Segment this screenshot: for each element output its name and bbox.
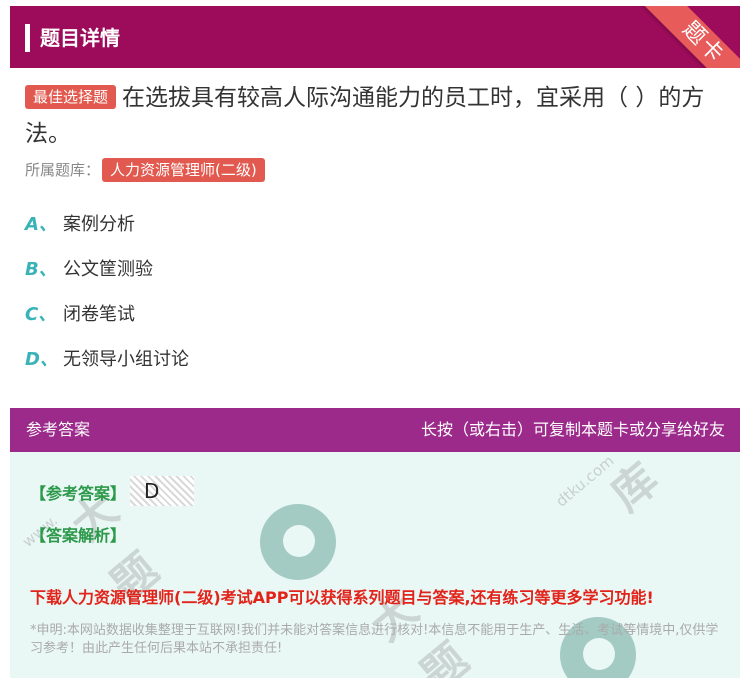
question-stem: 最佳选择题 在选拔具有较高人际沟通能力的员工时，宜采用（ ）的方法。 (25, 80, 725, 152)
option-text: 案例分析 (63, 214, 135, 235)
option-c[interactable]: C、 闭卷笔试 (25, 300, 189, 345)
share-hint: 长按（或右击）可复制本题卡或分享给好友 (420, 420, 725, 439)
option-text: 无领导小组讨论 (63, 349, 189, 370)
option-letter: D、 (25, 349, 58, 370)
option-text: 公文筐测验 (63, 259, 153, 280)
analysis-label: 【答案解析】 (30, 526, 127, 545)
option-d[interactable]: D、 无领导小组讨论 (25, 345, 189, 390)
option-letter: C、 (25, 304, 57, 325)
option-b[interactable]: B、 公文筐测验 (25, 255, 189, 300)
disclaimer-text: *申明:本网站数据收集整理于互联网!我们并未能对答案信息进行核对!本信息不能用于… (30, 623, 719, 656)
header-accent-bar (25, 24, 30, 52)
option-letter: B、 (25, 259, 57, 280)
option-a[interactable]: A、 案例分析 (25, 210, 189, 255)
page-title: 题目详情 (40, 26, 120, 50)
app-promo-link[interactable]: 下载人力资源管理师(二级)考试APP可以获得系列题目与答案,还有练习等更多学习功… (30, 584, 654, 608)
answer-label: 【参考答案】 (30, 484, 127, 503)
question-bank: 所属题库： 人力资源管理师(二级) (25, 158, 271, 182)
option-letter: A、 (25, 214, 57, 235)
answer-section-title: 参考答案 (26, 420, 91, 439)
answer-header: 参考答案 长按（或右击）可复制本题卡或分享给好友 (10, 408, 740, 452)
options-list: A、 案例分析 B、 公文筐测验 C、 闭卷笔试 D、 无领导小组讨论 (25, 210, 189, 390)
answer-value: D (130, 476, 194, 506)
option-text: 闭卷笔试 (63, 304, 135, 325)
watermark-swirl-icon (260, 504, 336, 580)
bank-tag[interactable]: 人力资源管理师(二级) (102, 158, 265, 182)
bank-label: 所属题库： (25, 161, 101, 179)
corner-ribbon: 题卡 (628, 6, 740, 68)
ribbon-label: 题卡 (639, 6, 740, 68)
answer-body: 大 题 库 大 题 www. dtku.com 【参考答案】 D 【答案解析】 … (10, 452, 740, 678)
question-text: 在选拔具有较高人际沟通能力的员工时，宜采用（ ）的方法。 (25, 85, 705, 147)
question-type-tag: 最佳选择题 (25, 85, 117, 109)
page-header: 题目详情 题卡 (10, 6, 740, 68)
